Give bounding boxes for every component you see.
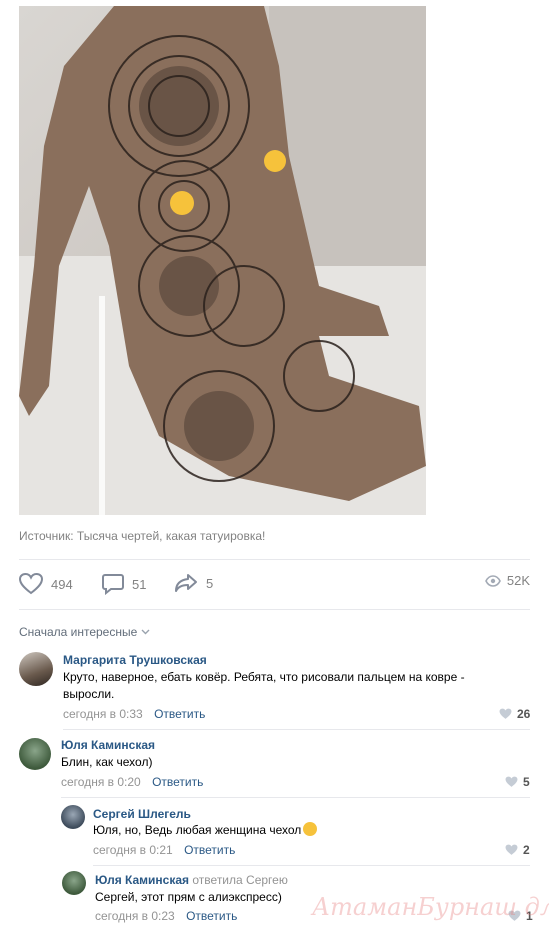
comment-author-name[interactable]: Юля Каминская [95, 873, 189, 887]
comments-sort-dropdown[interactable]: Сначала интересные [19, 625, 150, 639]
share-icon [175, 574, 197, 592]
comment-like-count: 26 [517, 707, 531, 721]
comment-count: 51 [132, 576, 147, 592]
sort-label: Сначала интересные [19, 625, 138, 639]
heart-icon [19, 573, 43, 595]
post-actions-bar: 494 51 5 52K [19, 573, 530, 597]
post-photo[interactable] [19, 6, 426, 515]
divider [93, 865, 530, 866]
comment-like-button[interactable]: 5 [505, 775, 530, 789]
comment-meta: сегодня в 0:20 Ответить [61, 775, 203, 789]
share-count: 5 [206, 575, 214, 591]
avatar[interactable] [62, 871, 86, 895]
avatar[interactable] [19, 652, 53, 686]
view-count: 52K [506, 573, 530, 588]
comment-text: Блин, как чехол) [61, 755, 153, 769]
comment-time[interactable]: сегодня в 0:20 [61, 775, 141, 789]
eye-icon [484, 574, 501, 587]
comment-button[interactable]: 51 [102, 573, 146, 595]
reply-link[interactable]: Ответить [184, 843, 235, 857]
comment-icon [102, 574, 124, 595]
comment-like-count: 5 [523, 775, 530, 789]
divider [19, 609, 530, 610]
tattoo-photo-illustration [19, 6, 426, 515]
comment-like-button[interactable]: 2 [505, 843, 530, 857]
comment-text-content: Юля, но, Ведь любая женщина чехол [93, 823, 302, 837]
divider [63, 729, 530, 730]
comment-author[interactable]: Маргарита Трушковская [63, 653, 207, 667]
like-button[interactable]: 494 [19, 573, 73, 595]
comment-time[interactable]: сегодня в 0:23 [95, 909, 175, 923]
chevron-down-icon [141, 629, 150, 635]
views-counter: 52K [484, 573, 530, 588]
comment-meta: сегодня в 0:33 Ответить [63, 707, 205, 721]
comment-time[interactable]: сегодня в 0:21 [93, 843, 173, 857]
smirk-emoji-icon [303, 822, 318, 836]
comment-time[interactable]: сегодня в 0:33 [63, 707, 143, 721]
comment-author[interactable]: Сергей Шлегель [93, 807, 191, 821]
like-count: 494 [51, 576, 73, 592]
watermark-text: АтаманБурнаш для ЯП [312, 893, 549, 921]
comment-text: Круто, наверное, ебать ковёр. Ребята, чт… [63, 670, 465, 701]
avatar[interactable] [61, 805, 85, 829]
heart-icon [505, 844, 518, 855]
share-button[interactable]: 5 [174, 573, 213, 593]
heart-icon [499, 708, 512, 719]
divider [19, 559, 530, 560]
reply-link[interactable]: Ответить [152, 775, 203, 789]
reply-link[interactable]: Ответить [186, 909, 237, 923]
heart-icon [505, 776, 518, 787]
reply-to-label[interactable]: ответила Сергею [192, 873, 287, 887]
comment-meta: сегодня в 0:23 Ответить [95, 909, 237, 923]
reply-link[interactable]: Ответить [154, 707, 205, 721]
post-source-caption: Источник: Тысяча чертей, какая татуировк… [19, 529, 266, 543]
avatar[interactable] [19, 738, 51, 770]
divider [61, 797, 530, 798]
comment-meta: сегодня в 0:21 Ответить [93, 843, 235, 857]
comment-author: Юля Каминская ответила Сергею [95, 873, 288, 887]
comment-author[interactable]: Юля Каминская [61, 738, 155, 752]
comment-like-button[interactable]: 26 [499, 707, 530, 721]
comment-like-count: 2 [523, 843, 530, 857]
comment-text: Юля, но, Ведь любая женщина чехол [93, 822, 513, 839]
